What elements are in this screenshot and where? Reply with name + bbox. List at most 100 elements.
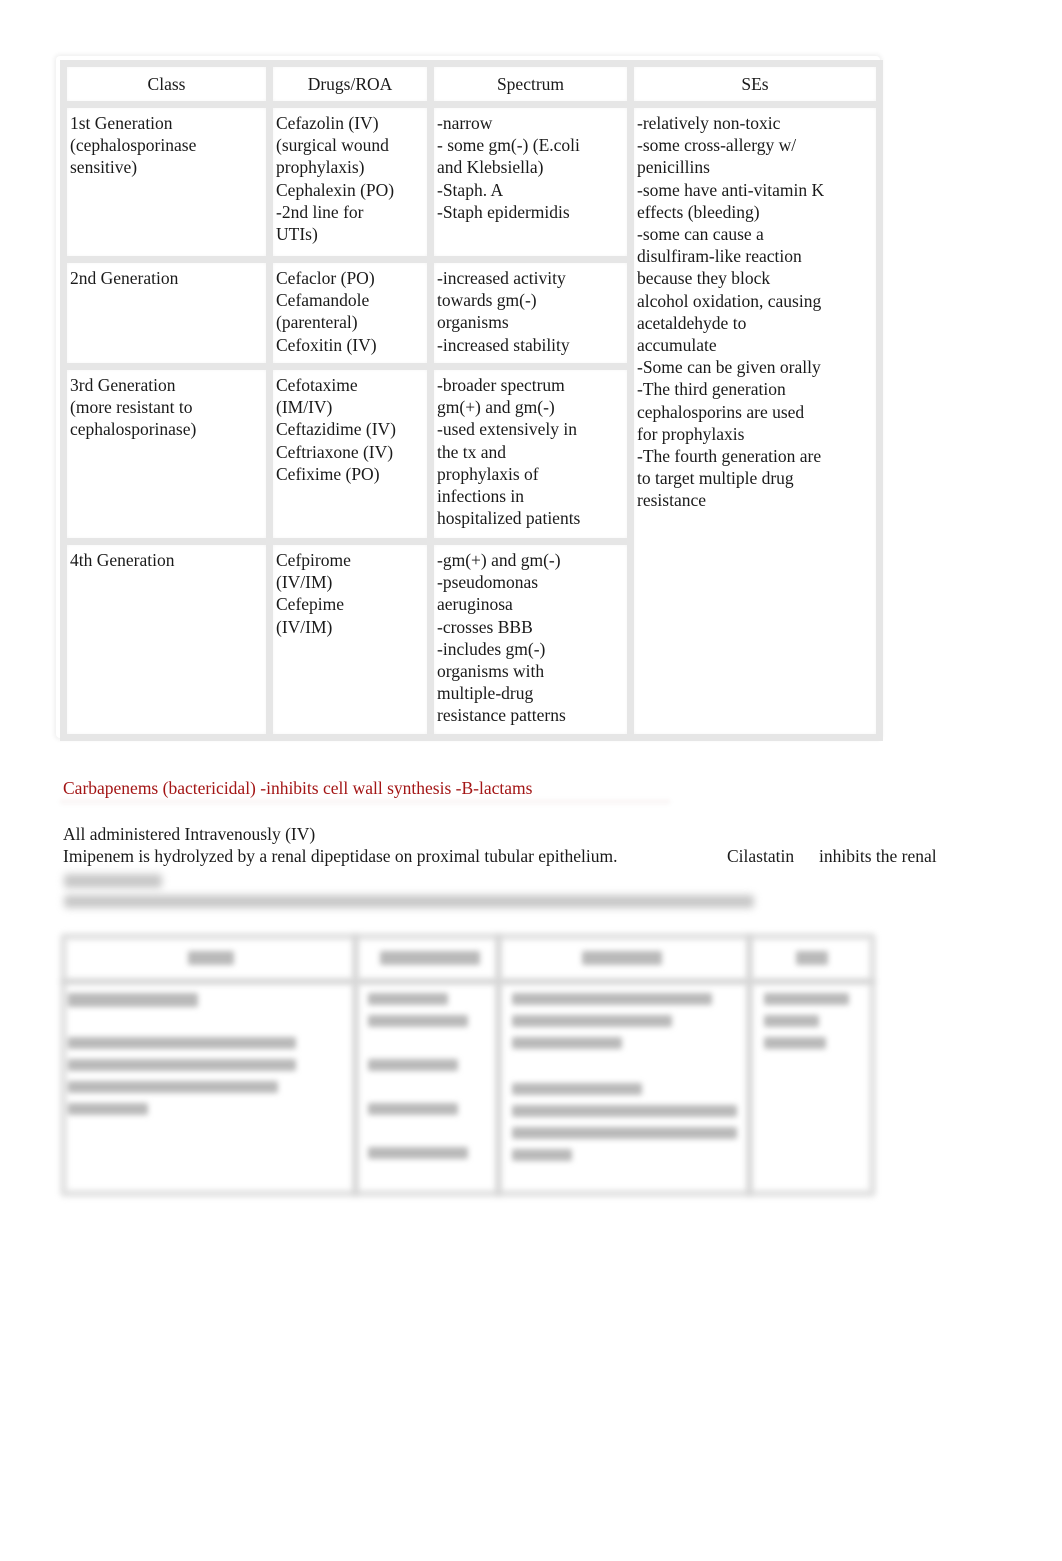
cell-line: sensitive) [70,157,138,178]
cell-line: -increased stability [437,334,570,355]
drugs-cell: Cefaclor (PO) Cefamandole (parenteral) Cefo… [266,256,434,370]
cell-line: infections in [437,486,524,507]
obscured-cell-text [368,1103,458,1115]
cell-line: UTIs) [276,224,318,245]
cell-line: Cefixime (PO) [276,463,380,484]
cell-line: 4th Generation [70,550,175,570]
drugs-cell: Cefazolin (IV) (surgical wound prophylaxis… [266,101,434,263]
cephalosporin-table: Class Drugs/ROA Spectrum SEs 1st Generat… [60,60,883,741]
carbapenem-table-obscured [60,933,876,1197]
cell-line: effects (bleeding) [637,201,760,222]
cell-line: -Staph epidermidis [437,201,570,222]
table-divider [60,978,876,985]
table-divider [352,933,359,1197]
obscured-cell-text [68,1103,148,1115]
cell-line: (IV/IM) [276,616,333,637]
cell-line: acetaldehyde to [637,312,747,333]
cell-line: Ceftriaxone (IV) [276,441,394,462]
cell-line: multiple-drug [437,683,534,704]
cell-line: Cefpirome [276,550,351,570]
class-cell: 4th Generation [60,538,273,741]
cell-line: penicillins [637,157,710,178]
obscured-cell-text [68,1037,296,1049]
cell-line: Cefotaxime [276,375,358,395]
table-header-row: Class Drugs/ROA Spectrum SEs [60,60,883,108]
obscured-header [188,951,234,965]
cell-line: organisms [437,312,509,333]
spectrum-cell: -narrow - some gm(-) (E.coli and Klebsiell… [427,101,634,263]
cell-line: Ceftazidime (IV) [276,419,397,440]
spectrum-cell: -gm(+) and gm(-) -pseudomonas aeruginosa -c… [427,538,634,741]
cell-line: cephalosporins are used [637,401,805,422]
obscured-header [796,951,828,965]
header-spectrum: Spectrum [427,60,634,108]
cell-line: -The third generation [637,379,786,400]
drugs-cell: Cefpirome (IV/IM) Cefepime (IV/IM) [266,538,434,741]
cell-line: -some cross-allergy w/ [637,135,797,156]
cell-line: -some have anti-vitamin K [637,179,825,200]
cell-line: organisms with [437,661,545,682]
header-side-effects: SEs [627,60,883,108]
cell-line: -The fourth generation are [637,446,822,467]
cell-line: (IM/IV) [276,397,333,418]
obscured-header [380,951,480,965]
cell-line: because they block [637,268,771,289]
class-cell: 1st Generation (cephalosporinase sensitive… [60,101,273,263]
cell-line: and Klebsiella) [437,157,544,178]
header-drugs-roa: Drugs/ROA [266,60,434,108]
cell-line: -Staph. A [437,179,504,200]
cell-line: Cefazolin (IV) [276,113,379,133]
obscured-cell-text [68,1059,296,1071]
cell-line: -crosses BBB [437,616,533,637]
table-divider [495,933,502,1197]
cell-line: -narrow [437,113,493,133]
document-page: Class Drugs/ROA Spectrum SEs 1st Generat… [0,0,1062,1561]
cell-line: -Some can be given orally [637,357,821,378]
obscured-cell-text [368,1147,468,1159]
cell-line: prophylaxis) [276,157,365,178]
obscured-text-line [64,895,754,908]
cell-line: resistance [637,490,706,511]
cell-line: -includes gm(-) [437,638,546,659]
cell-line: (parenteral) [276,312,358,333]
obscured-cell-text [368,993,448,1005]
header-class: Class [60,60,273,108]
class-cell: 2nd Generation [60,256,273,370]
cell-line: hospitalized patients [437,508,581,529]
carbapenems-heading: Carbapenems (bactericidal) -inhibits cel… [63,778,533,798]
spectrum-cell: -increased activity towards gm(-) organism… [427,256,634,370]
cell-line: towards gm(-) [437,290,537,311]
obscured-cell-text [764,993,849,1005]
cell-line: accumulate [637,335,717,356]
cell-line: -relatively non-toxic [637,113,781,133]
cell-line: -increased activity [437,268,566,288]
drugs-cell: Cefotaxime (IM/IV) Ceftazidime (IV) Ceftria… [266,363,434,545]
cell-line: (more resistant to [70,397,193,418]
obscured-cell-text [512,1083,642,1095]
obscured-header [582,951,662,965]
cell-line: for prophylaxis [637,423,745,444]
cell-line: - some gm(-) (E.coli [437,135,580,156]
cell-line: (IV/IM) [276,572,333,593]
cell-line: -2nd line for [276,201,364,222]
cell-line: 3rd Generation [70,375,176,395]
obscured-cell-text [68,993,198,1007]
cell-line: the tx and [437,441,507,462]
obscured-cell-text [512,1105,737,1117]
cell-line: -pseudomonas [437,572,539,593]
cell-line: resistance patterns [437,705,566,726]
obscured-cell-text [368,1015,468,1027]
obscured-cell-text [512,1127,737,1139]
cell-line: disulfiram-like reaction [637,246,802,267]
cell-line: -used extensively in [437,419,577,440]
administration-note: All administered Intravenously (IV) [63,824,316,844]
imipenem-note: Imipenem is hydrolyzed by a renal dipept… [63,846,618,866]
cilastatin-term: Cilastatin [727,846,795,866]
cell-line: to target multiple drug [637,468,794,489]
cell-line: Cephalexin (PO) [276,179,395,200]
obscured-cell-text [68,1081,278,1093]
obscured-text-line [64,874,162,888]
spectrum-cell: -broader spectrum gm(+) and gm(-) -used ex… [427,363,634,545]
cell-line: Cefoxitin (IV) [276,334,377,355]
cell-line: -some can cause a [637,224,764,245]
